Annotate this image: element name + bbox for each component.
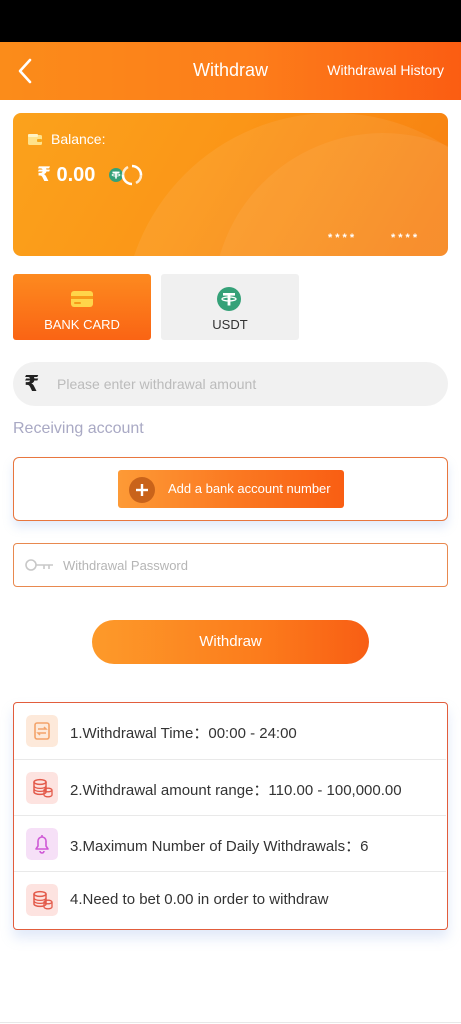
rupee-icon: ₹ — [24, 371, 40, 396]
key-icon — [25, 559, 53, 571]
withdrawal-password-input[interactable] — [63, 544, 433, 586]
masked-number-left: **** — [328, 232, 358, 244]
withdrawal-amount-field[interactable]: ₹ — [13, 362, 448, 406]
balance-card: Balance: ₹ 0.00 **** **** — [13, 113, 448, 256]
rule-text: 4.Need to bet 0.00 in order to withdraw — [70, 891, 329, 908]
bell-icon — [26, 828, 58, 860]
withdrawal-rules-list: 1.Withdrawal Time：00:00 - 24:00 2.Withdr… — [13, 702, 448, 930]
bank-card-icon — [71, 291, 93, 307]
withdraw-button[interactable]: Withdraw — [92, 620, 369, 664]
withdrawal-amount-input[interactable] — [57, 362, 437, 406]
balance-label: Balance: — [51, 131, 106, 147]
usdt-icon — [217, 287, 241, 311]
rule-item: 1.Withdrawal Time：00:00 - 24:00 — [14, 703, 446, 759]
balance-amount: ₹ 0.00 — [37, 164, 96, 186]
wallet-icon — [28, 134, 42, 145]
rule-item: 3.Maximum Number of Daily Withdrawals：6 — [14, 815, 446, 871]
coins-icon — [26, 772, 58, 804]
clock-exchange-icon — [26, 715, 58, 747]
tab-usdt[interactable]: USDT — [161, 274, 299, 340]
status-bar — [0, 0, 461, 42]
rule-item: 2.Withdrawal amount range：110.00 - 100,0… — [14, 759, 446, 815]
add-bank-account-label: Add a bank account number — [168, 481, 331, 496]
coins-icon — [26, 884, 58, 916]
receiving-account-title: Receiving account — [13, 420, 144, 437]
rule-text: 2.Withdrawal amount range：110.00 - 100,0… — [70, 782, 402, 799]
header-bar: Withdraw Withdrawal History — [0, 42, 461, 100]
withdrawal-history-link[interactable]: Withdrawal History — [327, 62, 444, 78]
plus-icon — [129, 477, 155, 503]
receiving-account-box: Add a bank account number — [13, 457, 448, 521]
rule-item: 4.Need to bet 0.00 in order to withdraw — [14, 871, 446, 927]
divider — [0, 1022, 461, 1023]
rule-text: 1.Withdrawal Time：00:00 - 24:00 — [70, 725, 297, 742]
tab-label: USDT — [212, 317, 248, 332]
rule-text: 3.Maximum Number of Daily Withdrawals：6 — [70, 838, 369, 855]
refresh-icon[interactable] — [121, 164, 143, 186]
tab-bank-card[interactable]: BANK CARD — [13, 274, 151, 340]
tab-label: BANK CARD — [44, 317, 120, 332]
withdrawal-password-field[interactable] — [13, 543, 448, 587]
add-bank-account-button[interactable]: Add a bank account number — [118, 470, 344, 508]
masked-number-right: **** — [391, 232, 421, 244]
